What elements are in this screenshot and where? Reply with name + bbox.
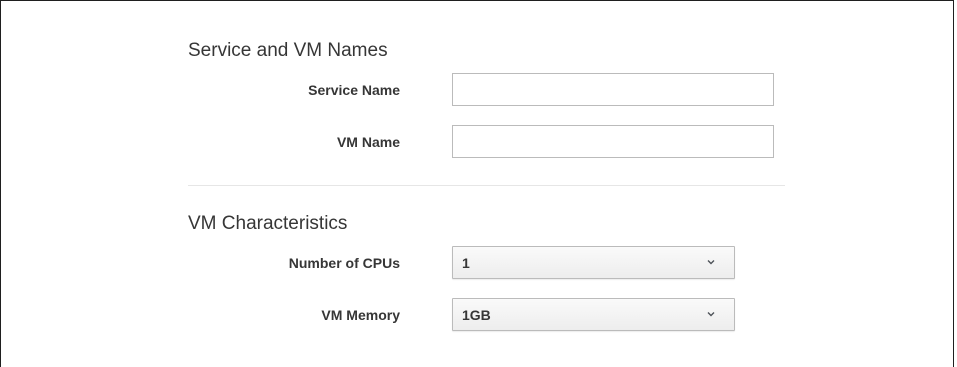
chevron-down-icon bbox=[707, 312, 715, 317]
service-name-input[interactable] bbox=[452, 73, 774, 106]
vm-name-label: VM Name bbox=[336, 134, 400, 150]
vm-memory-label: VM Memory bbox=[321, 307, 400, 323]
number-of-cpus-label: Number of CPUs bbox=[288, 255, 400, 271]
section-divider bbox=[188, 185, 785, 186]
chevron-down-icon bbox=[707, 260, 715, 265]
vm-memory-selected-value: 1GB bbox=[462, 307, 491, 323]
vm-memory-select[interactable]: 1GB bbox=[452, 298, 735, 331]
section-title-service-vm-names: Service and VM Names bbox=[188, 40, 388, 61]
dialog-frame: Service and VM Names Service Name VM Nam… bbox=[0, 0, 954, 367]
number-of-cpus-selected-value: 1 bbox=[462, 255, 470, 271]
service-name-label: Service Name bbox=[308, 82, 400, 98]
vm-name-input[interactable] bbox=[452, 125, 774, 158]
number-of-cpus-select[interactable]: 1 bbox=[452, 246, 735, 279]
section-title-vm-characteristics: VM Characteristics bbox=[188, 213, 348, 234]
